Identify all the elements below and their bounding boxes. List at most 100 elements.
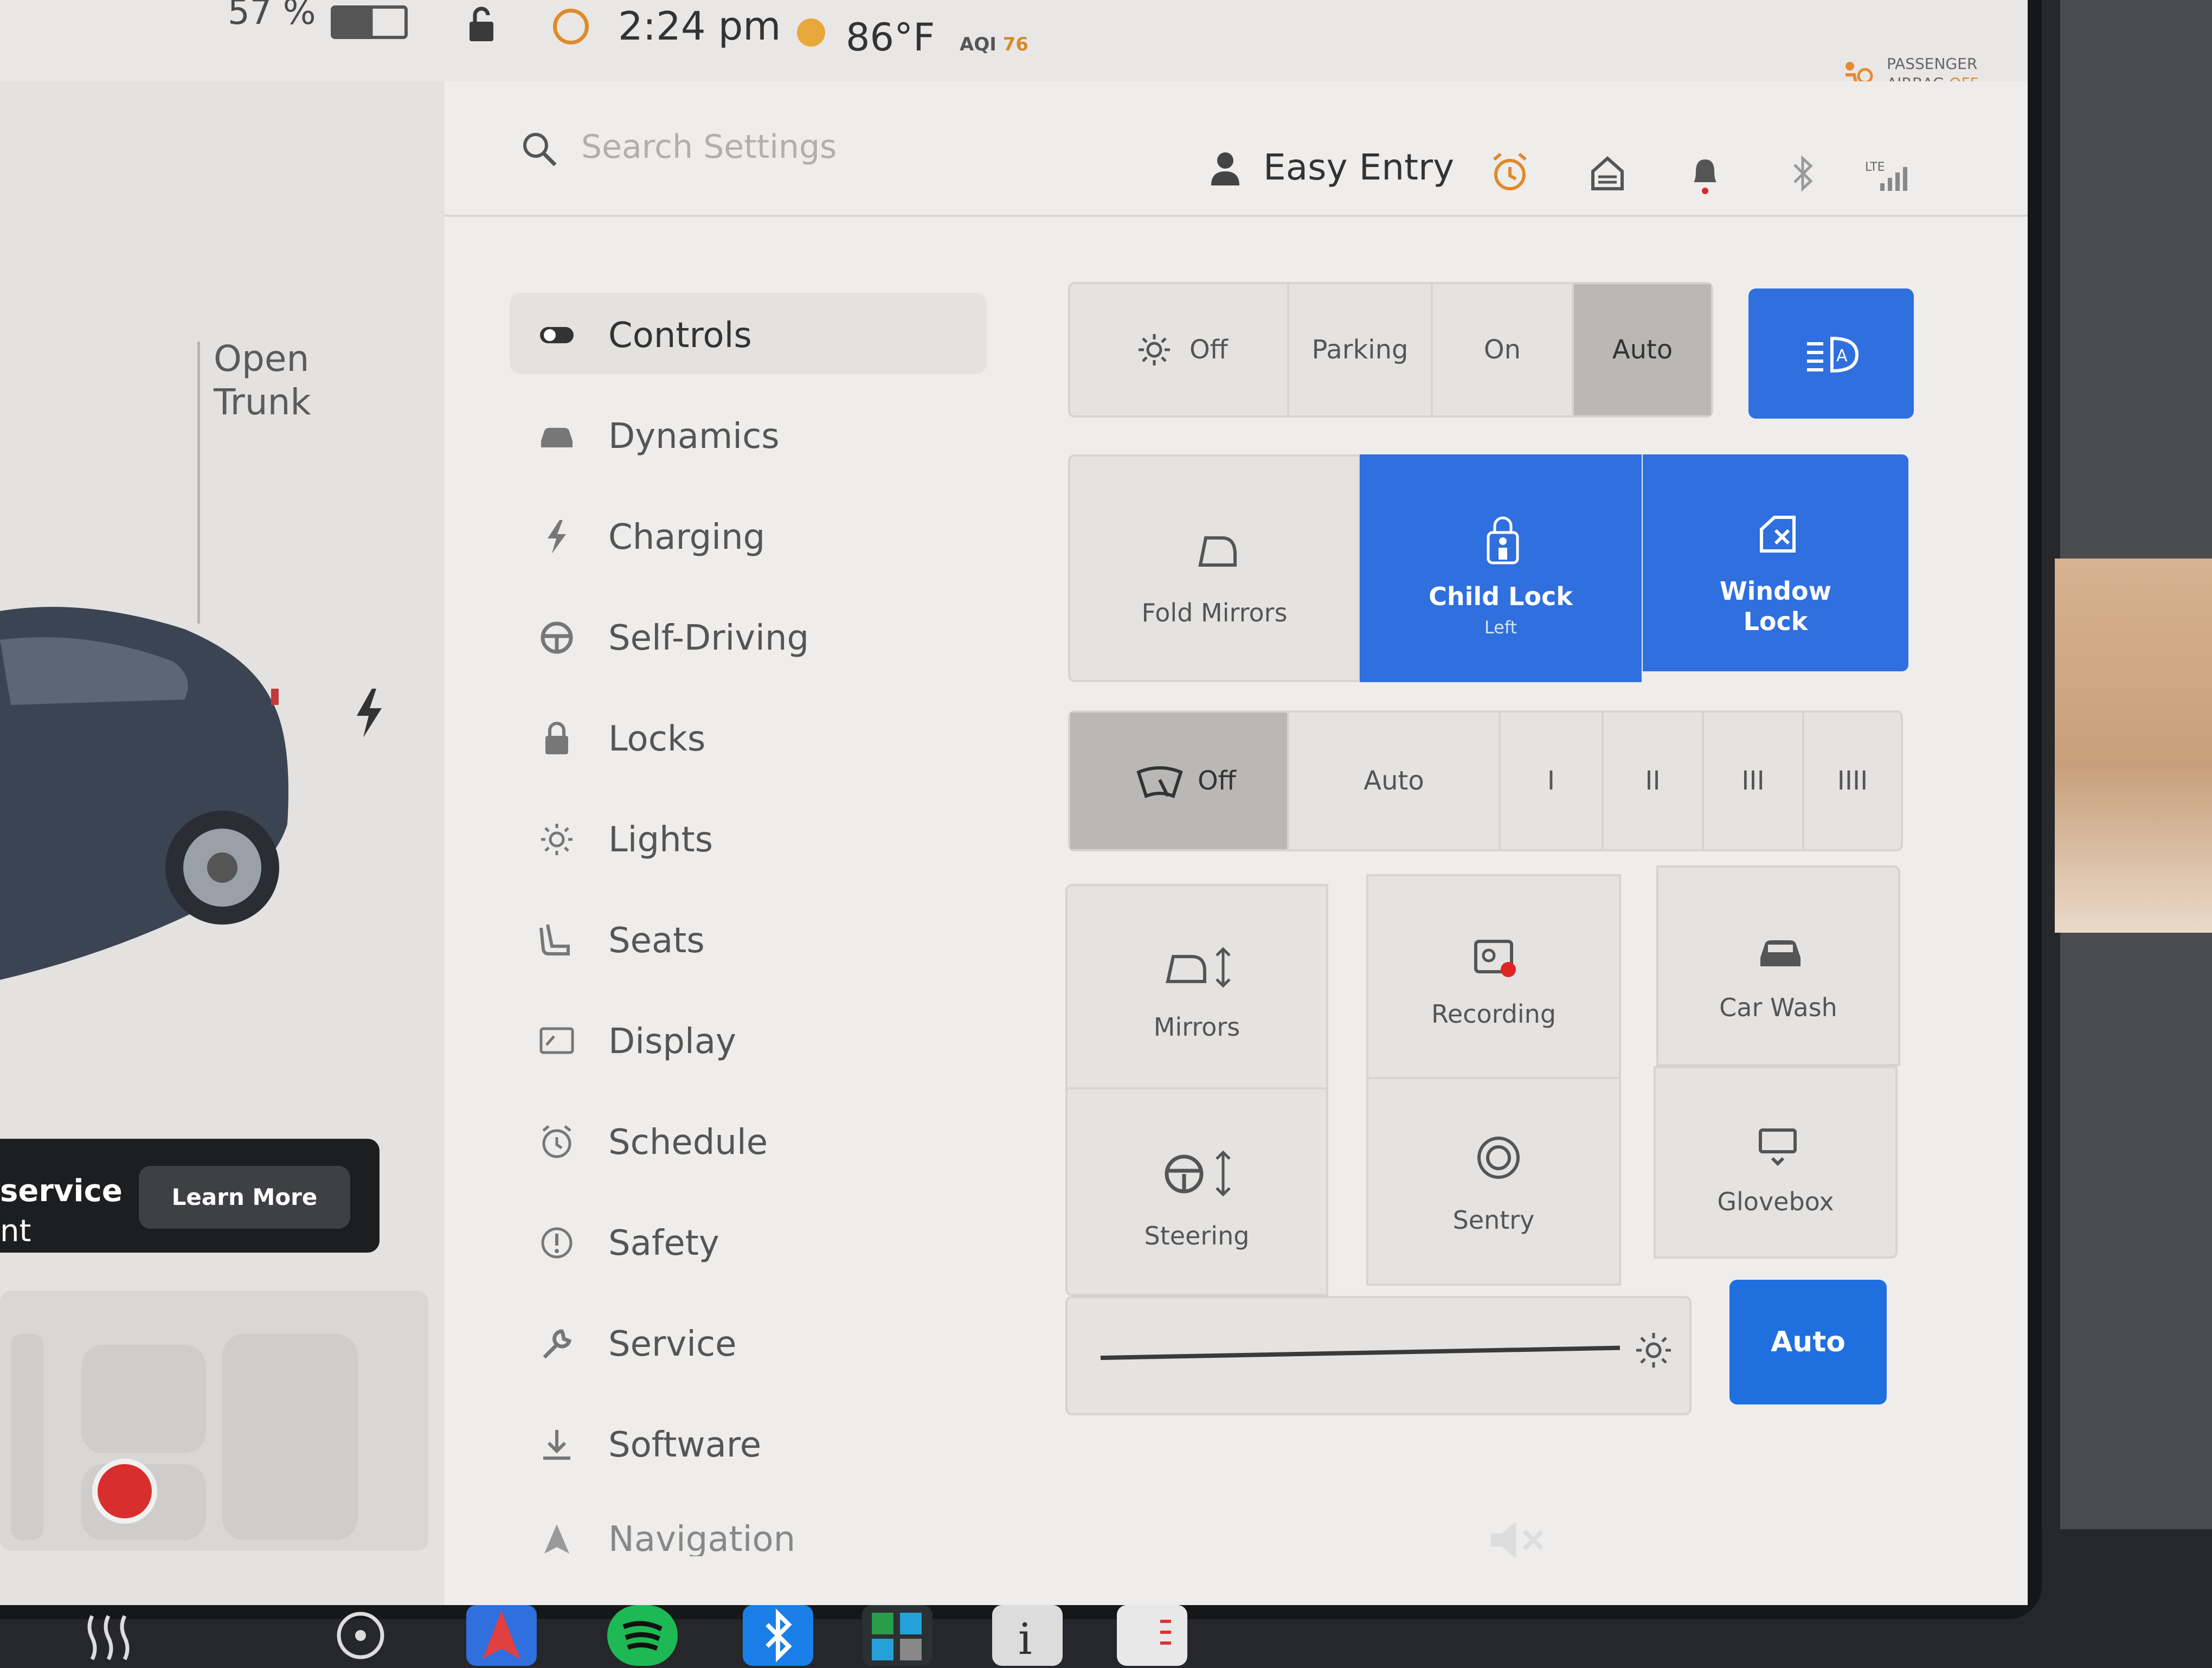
headlights-off-option[interactable]: Off	[1070, 284, 1287, 415]
nav-label-dynamics: Dynamics	[608, 416, 780, 457]
child-lock-button[interactable]: Child Lock Left	[1360, 454, 1642, 682]
search-icon	[523, 133, 557, 166]
open-trunk-line2: Trunk	[214, 381, 311, 423]
climate-fan-icon[interactable]	[325, 1605, 396, 1666]
bluetooth-app-icon[interactable]	[743, 1605, 813, 1666]
car-wash-icon	[1760, 940, 1801, 966]
unlock-icon[interactable]	[466, 5, 497, 43]
navigation-icon	[544, 1524, 569, 1554]
nav-item-locks[interactable]: Locks	[510, 696, 987, 778]
nav-item-charging[interactable]: Charging	[510, 495, 987, 576]
nav-item-navigation[interactable]: Navigation	[510, 1497, 987, 1556]
alert-icon	[541, 1227, 573, 1259]
bolt-icon	[548, 520, 566, 554]
wipers-off-label: Off	[1198, 766, 1236, 796]
toybox-app-icon[interactable]	[862, 1605, 933, 1666]
sentry-mode-button[interactable]: Sentry	[1366, 1077, 1621, 1286]
search-bar[interactable]	[520, 114, 1008, 179]
airbag-line1: PASSENGER	[1887, 55, 1978, 73]
wipers-speed-4-option[interactable]: IIII	[1802, 713, 1901, 849]
auto-high-beam-icon: A	[1807, 336, 1859, 373]
notes-icon	[1160, 1620, 1171, 1645]
glovebox-button[interactable]: Glovebox	[1654, 1066, 1898, 1259]
nav-item-software[interactable]: Software	[510, 1402, 987, 1484]
nav-item-lights[interactable]: Lights	[510, 797, 987, 878]
window-lock-button[interactable]: Window Lock	[1643, 454, 1908, 671]
window-lock-line2: Lock	[1743, 607, 1808, 636]
nav-item-dynamics[interactable]: Dynamics	[510, 394, 987, 475]
headlight-sun-icon	[1139, 334, 1170, 365]
release-notes-app-icon[interactable]	[1117, 1605, 1187, 1666]
nav-label-controls: Controls	[608, 316, 752, 356]
nav-item-safety[interactable]: Safety	[510, 1201, 987, 1282]
glovebox-label: Glovebox	[1717, 1187, 1834, 1216]
service-banner-line2: nt	[0, 1214, 31, 1249]
display-icon	[539, 1027, 574, 1054]
glovebox-icon	[1759, 1128, 1797, 1166]
nav-label-display: Display	[608, 1022, 736, 1062]
brightness-auto-button[interactable]: Auto	[1729, 1280, 1887, 1404]
child-lock-label: Child Lock	[1429, 582, 1573, 611]
learn-more-button[interactable]: Learn More	[139, 1166, 350, 1229]
car-wash-label: Car Wash	[1719, 993, 1837, 1022]
open-trunk-button[interactable]: Open Trunk	[214, 337, 311, 424]
svg-text:i: i	[1018, 1614, 1032, 1664]
charge-port-bolt-icon[interactable]	[352, 689, 385, 737]
nav-item-schedule[interactable]: Schedule	[510, 1100, 987, 1181]
nav-item-self-driving[interactable]: Self-Driving	[510, 595, 987, 677]
bluetooth-icon[interactable]	[1784, 152, 1822, 195]
nav-label-navigation: Navigation	[608, 1519, 796, 1556]
mirrors-adjust-button[interactable]: Mirrors	[1065, 884, 1328, 1090]
headlights-on-option[interactable]: On	[1431, 284, 1572, 415]
wipers-off-option[interactable]: Off	[1070, 713, 1287, 849]
spotify-icon	[622, 1621, 663, 1651]
recording-label: Recording	[1431, 999, 1557, 1029]
dashcam-recording-button[interactable]: Recording	[1366, 874, 1621, 1080]
nav-label-seats: Seats	[608, 921, 705, 961]
search-input[interactable]	[580, 119, 962, 175]
touchscreen: 57 % 2:24 pm 86°F AQI 76 PASSENGER AIRBA…	[0, 0, 2028, 1605]
lock-icon	[545, 722, 568, 754]
wipers-auto-option[interactable]: Auto	[1287, 713, 1499, 849]
alarm-clock-icon[interactable]	[1491, 152, 1529, 195]
nav-item-controls[interactable]: Controls	[510, 293, 987, 374]
nav-label-schedule: Schedule	[608, 1122, 768, 1163]
fold-mirrors-label: Fold Mirrors	[1141, 598, 1288, 627]
auto-high-beam-button[interactable]: A	[1748, 288, 1914, 419]
nav-item-display[interactable]: Display	[510, 999, 987, 1080]
manual-app-icon[interactable]: i	[992, 1605, 1063, 1666]
bluetooth-icon	[766, 1608, 792, 1663]
seat-occupancy-map	[0, 1291, 428, 1551]
navigation-app-icon[interactable]	[466, 1605, 537, 1666]
sentry-label: Sentry	[1452, 1205, 1535, 1235]
seat-icon	[539, 924, 570, 955]
fold-mirrors-button[interactable]: Fold Mirrors	[1068, 454, 1361, 682]
fan-icon	[337, 1612, 384, 1659]
headlights-auto-option[interactable]: Auto	[1572, 284, 1711, 415]
nav-item-service[interactable]: Service	[510, 1301, 987, 1383]
spotify-app-icon[interactable]	[607, 1605, 678, 1666]
nav-label-software: Software	[608, 1425, 762, 1465]
nav-item-seats[interactable]: Seats	[510, 898, 987, 979]
toggle-icon	[540, 327, 574, 343]
trunk-callout-line	[197, 342, 200, 624]
nav-arrow-icon	[483, 1611, 520, 1659]
wipers-speed-2-option[interactable]: II	[1602, 713, 1702, 849]
steering-label: Steering	[1144, 1221, 1250, 1250]
notification-bell-icon[interactable]	[1686, 152, 1724, 195]
window-lock-line1: Window	[1719, 576, 1832, 606]
steering-adjust-button[interactable]: Steering	[1065, 1087, 1328, 1296]
car-render	[0, 607, 288, 980]
app-launcher-icon	[872, 1613, 922, 1660]
status-bar: 57 % 2:24 pm 86°F AQI 76 PASSENGER AIRBA…	[0, 0, 2028, 92]
headlights-parking-option[interactable]: Parking	[1287, 284, 1431, 415]
wipers-speed-1-option[interactable]: I	[1499, 713, 1602, 849]
homelink-garage-icon[interactable]	[1589, 152, 1626, 195]
aqi-value: 76	[1002, 34, 1029, 55]
car-wash-button[interactable]: Car Wash	[1656, 865, 1900, 1066]
wipers-speed-3-option[interactable]: III	[1702, 713, 1802, 849]
seat-heater-icon[interactable]	[76, 1605, 146, 1666]
alarm-icon	[553, 9, 589, 44]
volume-mute-icon[interactable]	[1486, 1518, 1551, 1562]
brightness-sun-icon	[1636, 1333, 1671, 1368]
